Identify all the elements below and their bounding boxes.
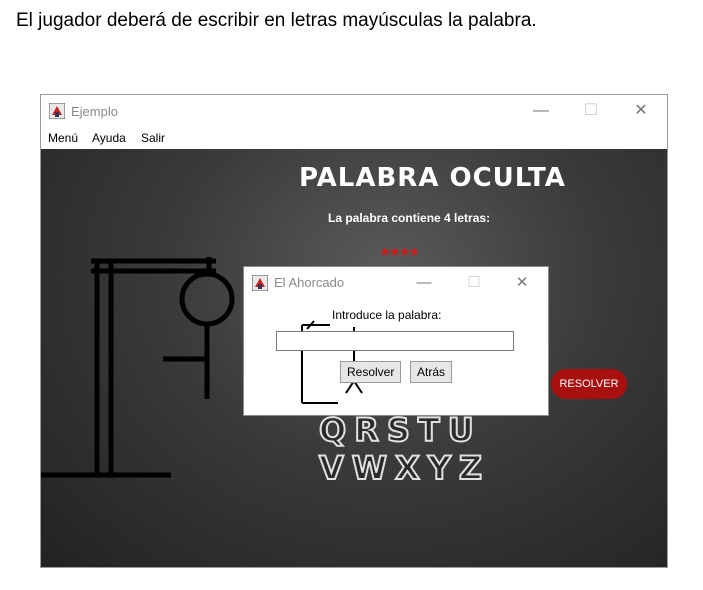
menu-bar: Menú Ayuda Salir <box>41 127 667 149</box>
dialog-title: El Ahorcado <box>274 275 345 290</box>
resolver-button[interactable]: RESOLVER <box>551 369 627 399</box>
back-button[interactable]: Atrás <box>410 361 453 383</box>
page-caption: El jugador deberá de escribir en letras … <box>16 10 537 31</box>
dialog-maximize-button[interactable]: ☐ <box>464 273 484 293</box>
close-button[interactable]: ✕ <box>631 101 651 121</box>
masked-word: **** <box>381 245 421 267</box>
letter-row-2[interactable]: VWXYZ <box>318 448 490 488</box>
menu-item-salir[interactable]: Salir <box>141 131 165 145</box>
word-input[interactable] <box>276 331 514 351</box>
window-title: Ejemplo <box>71 104 118 119</box>
minimize-button[interactable]: — <box>531 101 551 121</box>
dialog-close-button[interactable]: ✕ <box>512 273 532 293</box>
title-bar[interactable]: Ejemplo — ☐ ✕ <box>41 95 667 127</box>
java-app-icon <box>49 103 65 119</box>
board-heading: PALABRA OCULTA <box>299 163 566 193</box>
resolve-button[interactable]: Resolver <box>340 361 402 383</box>
menu-item-menu[interactable]: Menú <box>48 131 78 145</box>
maximize-button[interactable]: ☐ <box>581 101 601 121</box>
dialog-app-icon <box>252 275 268 291</box>
menu-item-ayuda[interactable]: Ayuda <box>92 131 126 145</box>
board-subheading: La palabra contiene 4 letras: <box>328 211 491 225</box>
hangman-dialog: El Ahorcado — ☐ ✕ Introduce la palabra: … <box>243 266 549 416</box>
dialog-minimize-button[interactable]: — <box>414 273 434 293</box>
dialog-prompt-label: Introduce la palabra: <box>332 308 442 322</box>
